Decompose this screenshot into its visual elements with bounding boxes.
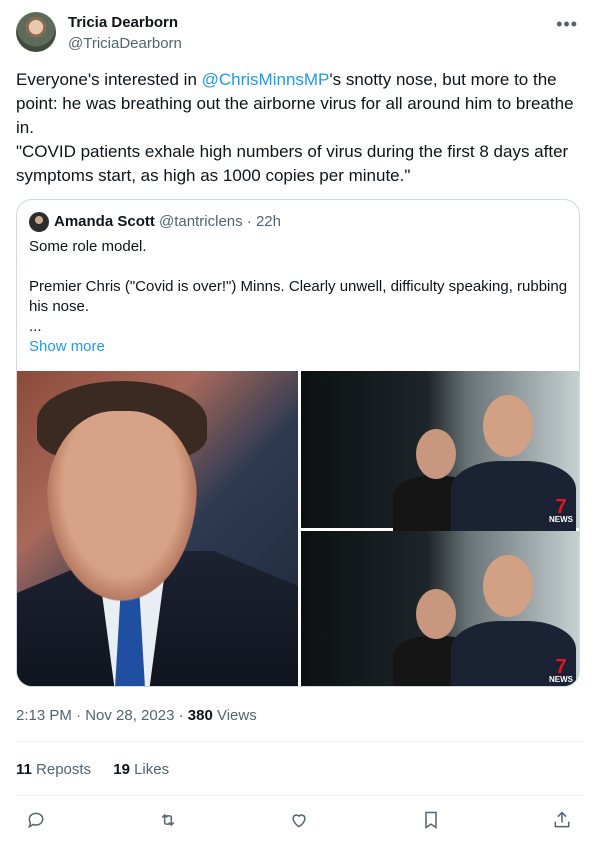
news-logo-text: NEWS: [549, 515, 573, 524]
quoted-ellipsis: ...: [29, 318, 42, 335]
tweet-text-start: Everyone's interested in: [16, 70, 202, 89]
media-image-3[interactable]: 7 NEWS: [301, 531, 579, 686]
quoted-author-name[interactable]: Amanda Scott: [54, 213, 155, 230]
image-person-head: [416, 589, 456, 639]
quoted-text: Some role model. Premier Chris ("Covid i…: [29, 237, 569, 357]
quoted-separator: ·: [246, 213, 252, 230]
tweet-stats: 11 Reposts 19 Likes: [16, 761, 187, 778]
news-logo-number: 7: [555, 656, 567, 678]
views-label: Views: [212, 707, 257, 724]
tweet-paragraph-2: "COVID patients exhale high numbers of v…: [16, 142, 569, 185]
image-face: [47, 411, 197, 601]
views-count: 380: [187, 707, 213, 724]
quoted-age[interactable]: 22h: [256, 213, 281, 230]
show-more-link[interactable]: Show more: [29, 337, 569, 357]
media-image-1[interactable]: [17, 371, 298, 686]
news-logo: 7 NEWS: [547, 496, 575, 524]
more-icon[interactable]: •••: [556, 14, 578, 35]
quoted-author-handle[interactable]: @tantriclens: [159, 213, 243, 230]
quoted-header: Amanda Scott @tantriclens · 22h: [54, 213, 281, 230]
like-icon[interactable]: [285, 806, 313, 834]
tweet-text: Everyone's interested in @ChrisMinnsMP's…: [16, 68, 586, 188]
image-person-head: [483, 395, 533, 457]
author-handle[interactable]: @TriciaDearborn: [68, 35, 182, 52]
tweet-header: Tricia Dearborn @TriciaDearborn •••: [16, 12, 582, 56]
quoted-tweet[interactable]: Amanda Scott @tantriclens · 22h Some rol…: [16, 199, 580, 687]
bookmark-icon[interactable]: [417, 806, 445, 834]
reply-icon[interactable]: [22, 806, 50, 834]
news-logo-number: 7: [555, 496, 567, 518]
author-avatar[interactable]: [16, 12, 56, 52]
reposts-label: Reposts: [36, 761, 92, 778]
reposts-stat[interactable]: 11 Reposts: [16, 761, 91, 778]
timestamp-text[interactable]: 2:13 PM · Nov 28, 2023 ·: [16, 707, 188, 724]
image-person-head: [483, 555, 533, 617]
quoted-para-1: Some role model.: [29, 238, 147, 255]
share-icon[interactable]: [548, 806, 576, 834]
quoted-para-2: Premier Chris ("Covid is over!") Minns. …: [29, 278, 568, 315]
author-name[interactable]: Tricia Dearborn: [68, 14, 178, 31]
repost-icon[interactable]: [154, 806, 182, 834]
quoted-author-avatar[interactable]: [29, 212, 49, 232]
tweet-paragraph-1: Everyone's interested in @ChrisMinnsMP's…: [16, 68, 586, 140]
action-bar: [16, 806, 582, 834]
media-grid: 7 NEWS 7 NEWS: [17, 371, 579, 686]
likes-stat[interactable]: 19 Likes: [113, 761, 169, 778]
tweet-timestamp: 2:13 PM · Nov 28, 2023 · 380 Views: [16, 707, 257, 724]
divider: [16, 741, 582, 742]
divider: [16, 795, 582, 796]
mention-link[interactable]: @ChrisMinnsMP: [202, 70, 330, 89]
reposts-count: 11: [16, 761, 32, 778]
media-image-2[interactable]: 7 NEWS: [301, 371, 579, 531]
news-logo: 7 NEWS: [547, 656, 575, 684]
likes-label: Likes: [134, 761, 170, 778]
image-person-head: [416, 429, 456, 479]
news-logo-text: NEWS: [549, 675, 573, 684]
likes-count: 19: [113, 761, 130, 778]
